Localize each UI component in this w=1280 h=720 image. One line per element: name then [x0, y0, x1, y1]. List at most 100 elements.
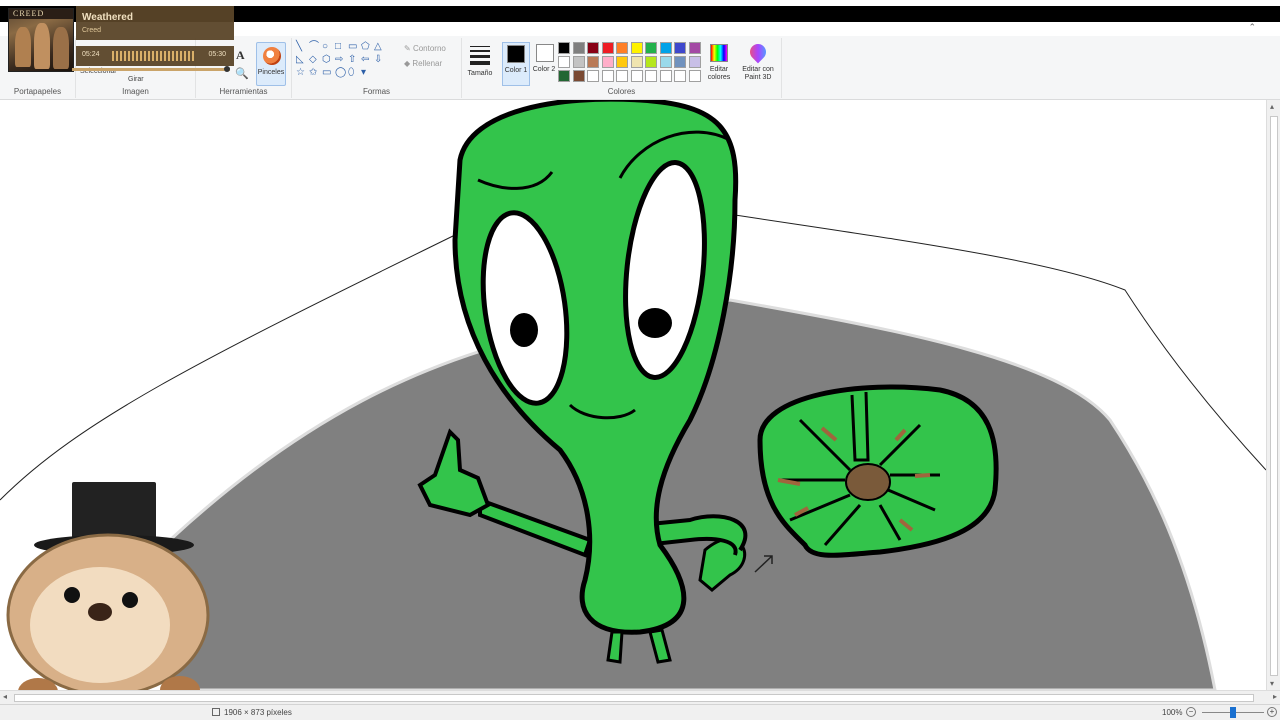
color-swatch[interactable] — [587, 70, 599, 82]
color-swatch[interactable] — [558, 70, 570, 82]
shape-option[interactable]: ◺ — [296, 55, 304, 65]
shape-option[interactable]: ○ — [322, 42, 328, 52]
color-swatch[interactable] — [674, 42, 686, 54]
color-swatch[interactable] — [688, 70, 701, 82]
shape-option[interactable]: ▾ — [361, 68, 366, 78]
scroll-down-arrow[interactable]: ▾ — [1270, 679, 1274, 688]
paint-window: ? ⌃ Portapapeles Seleccionar Girar Image… — [0, 0, 1280, 720]
color-swatch[interactable] — [645, 70, 657, 82]
plate-center-blob — [845, 463, 891, 501]
color-swatch[interactable] — [572, 42, 585, 54]
shape-option[interactable]: ⇩ — [374, 55, 382, 65]
paint3d-label: Editar con Paint 3D — [742, 66, 774, 81]
hedgehog-right-eye — [122, 592, 138, 608]
color-swatch[interactable] — [659, 42, 672, 54]
color-swatch[interactable] — [601, 70, 614, 82]
horizontal-scroll-thumb[interactable] — [14, 694, 1254, 702]
hedgehog-face — [30, 567, 170, 683]
text-tool-icon[interactable]: A — [236, 48, 245, 63]
fill-dropdown[interactable]: ◆ Rellenar — [404, 59, 442, 68]
vertical-scrollbar[interactable]: ▴ ▾ — [1266, 100, 1280, 690]
shape-option[interactable]: ⌒ — [309, 42, 319, 52]
color-swatch[interactable] — [572, 70, 585, 82]
color-swatch[interactable] — [587, 42, 599, 54]
playback-progress-bar[interactable] — [72, 68, 230, 71]
collapse-ribbon-button[interactable]: ⌃ — [1248, 22, 1256, 33]
shape-option[interactable]: □ — [335, 42, 341, 52]
rotate-button[interactable]: Girar — [128, 76, 144, 83]
magnifier-icon[interactable]: 🔍 — [235, 67, 249, 80]
shape-option[interactable]: ⬡ — [322, 55, 331, 65]
zoom-out-button[interactable]: − — [1186, 707, 1196, 717]
playback-progress-knob[interactable] — [223, 66, 230, 72]
brushes-button[interactable]: Pinceles — [256, 42, 286, 86]
shape-option[interactable]: ⇨ — [335, 55, 343, 65]
color-swatch[interactable] — [572, 56, 585, 68]
color-spectrum-icon — [710, 44, 728, 62]
song-info-panel: Weathered Creed — [76, 6, 234, 40]
color-swatch[interactable] — [688, 42, 701, 54]
color-swatch[interactable] — [558, 42, 570, 54]
shape-option[interactable]: ▭ — [322, 68, 331, 78]
shape-option[interactable]: ▭ — [348, 42, 357, 52]
outline-dropdown[interactable]: ✎ Contorno — [404, 44, 446, 53]
color-swatch[interactable] — [616, 56, 628, 68]
paint3d-button[interactable]: Editar con Paint 3D — [740, 40, 776, 86]
top-hat-crown — [72, 482, 156, 542]
color-swatch[interactable] — [601, 42, 614, 54]
music-widget: CREED Weathered Creed 05:24 05:30 — [4, 6, 234, 72]
alien-left-foot — [606, 630, 624, 664]
color-swatch[interactable] — [616, 70, 628, 82]
color-swatch[interactable] — [630, 42, 643, 54]
zoom-percentage: 100% — [1162, 708, 1183, 717]
shape-option[interactable]: ⬯ — [348, 68, 354, 78]
colors-group-label: Colores — [607, 87, 636, 96]
zoom-in-button[interactable]: + — [1267, 707, 1277, 717]
shape-option[interactable]: ◇ — [309, 55, 317, 65]
song-title: Weathered — [82, 12, 133, 23]
brushes-label: Pinceles — [257, 69, 285, 76]
scroll-right-arrow[interactable]: ▸ — [1273, 692, 1277, 701]
horizontal-scrollbar[interactable]: ◂ ▸ — [0, 690, 1280, 704]
color-swatch[interactable] — [645, 56, 657, 68]
image-group-label: Imagen — [122, 87, 149, 96]
color-palette — [558, 42, 706, 86]
shape-option[interactable]: ╲ — [296, 42, 302, 52]
album-figure — [53, 27, 69, 69]
edit-colors-button[interactable]: Editar colores — [706, 42, 732, 86]
color-swatch[interactable] — [630, 70, 643, 82]
paint3d-icon — [746, 40, 770, 64]
shape-option[interactable]: ◯ — [335, 68, 346, 78]
color-swatch[interactable] — [674, 56, 686, 68]
shapes-gallery[interactable]: ╲ ⌒ ○ □ ▭ ⬠ △ ◺ ◇ ⬡ ⇨ ⇧ ⇦ ⇩ ☆ ✩ ▭ ◯ ⬯ ▾ — [296, 42, 394, 82]
color-swatch[interactable] — [587, 56, 599, 68]
color-swatch[interactable] — [645, 42, 657, 54]
status-bar: 1906 × 873 píxeles 100% − + — [0, 704, 1280, 720]
shape-option[interactable]: ⇧ — [348, 55, 356, 65]
color-swatch[interactable] — [616, 42, 628, 54]
plate-stem — [850, 391, 870, 462]
album-figure — [15, 27, 31, 67]
outline-icon: ✎ — [404, 44, 413, 53]
color-swatch[interactable] — [659, 70, 672, 82]
zoom-slider-knob[interactable] — [1230, 707, 1236, 718]
color-swatch[interactable] — [674, 70, 686, 82]
shape-option[interactable]: △ — [374, 42, 382, 52]
vertical-scroll-thumb[interactable] — [1270, 116, 1278, 676]
color-swatch[interactable] — [601, 56, 614, 68]
color-swatch[interactable] — [659, 56, 672, 68]
image-dimensions: 1906 × 873 píxeles — [224, 708, 292, 717]
scroll-left-arrow[interactable]: ◂ — [3, 692, 7, 701]
outline-label: Contorno — [412, 44, 446, 53]
shape-option[interactable]: ✩ — [309, 68, 317, 78]
color-swatch[interactable] — [558, 56, 570, 68]
color-swatch[interactable] — [630, 56, 643, 68]
elapsed-time: 05:24 — [82, 51, 100, 58]
scroll-up-arrow[interactable]: ▴ — [1270, 102, 1274, 111]
shape-option[interactable]: ⬠ — [361, 42, 370, 52]
color-swatch[interactable] — [688, 56, 701, 68]
clipboard-group-label: Portapapeles — [13, 87, 62, 96]
shape-option[interactable]: ☆ — [296, 68, 305, 78]
shape-option[interactable]: ⇦ — [361, 55, 369, 65]
alien-left-pupil — [510, 313, 538, 347]
